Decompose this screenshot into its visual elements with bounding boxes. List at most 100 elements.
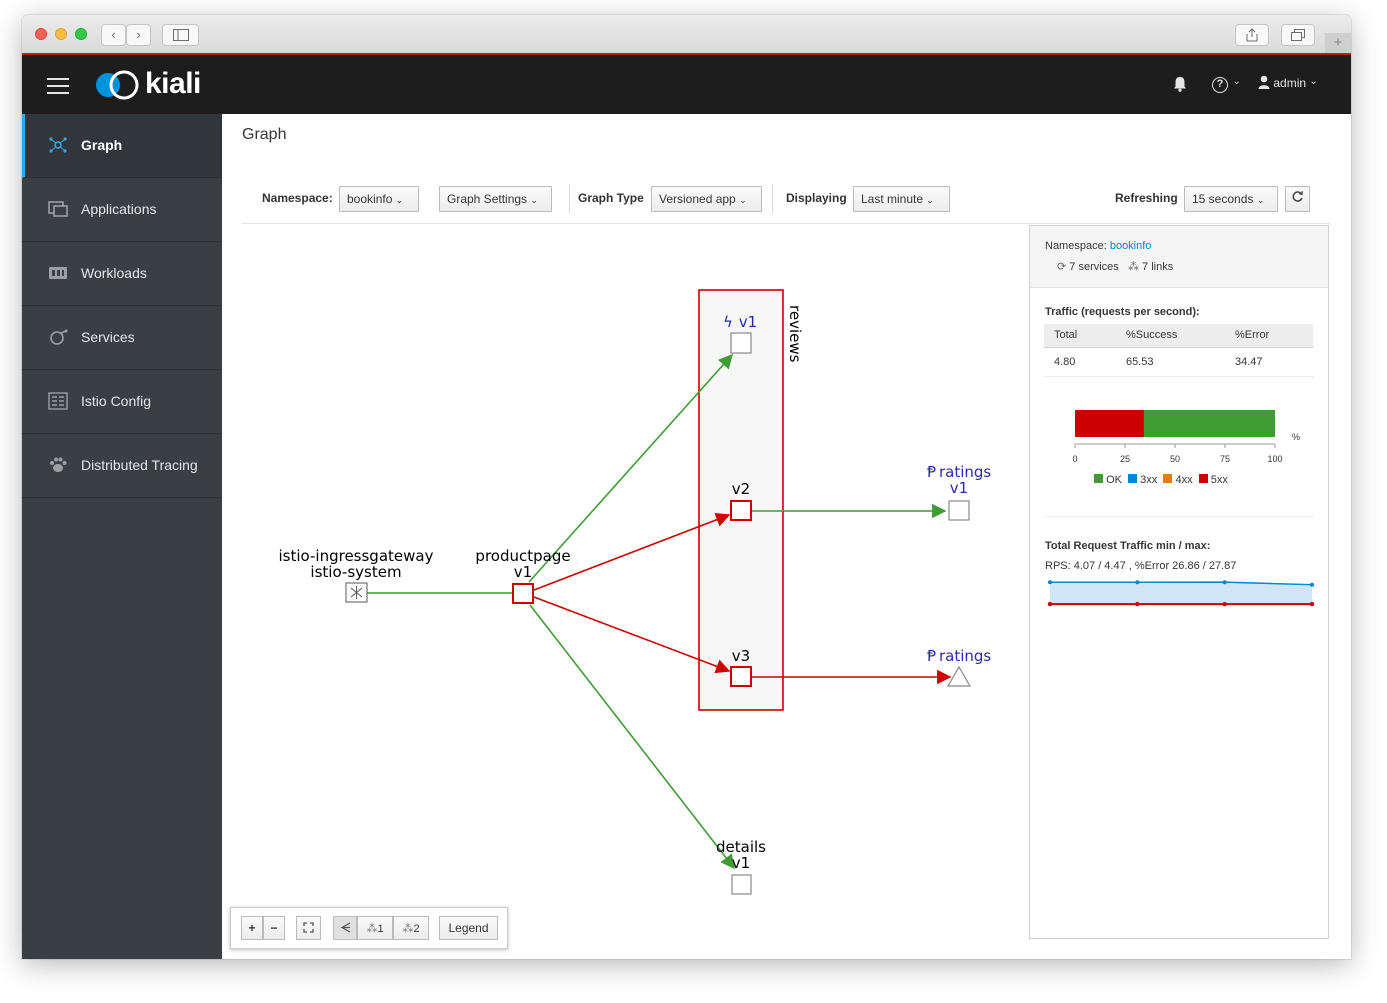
productpage-node-version: v1 [514, 563, 532, 581]
sidebar-item-distributed-tracing[interactable]: Distributed Tracing [22, 434, 222, 498]
sidebar-item-services[interactable]: Services [22, 306, 222, 370]
graph-type-value: Versioned app [659, 192, 736, 206]
refresh-interval-dropdown[interactable]: 15 seconds ⌄ [1184, 186, 1278, 212]
layout-default-button[interactable] [333, 916, 357, 940]
productpage-node[interactable] [512, 583, 534, 604]
user-menu[interactable]: admin ⌄ [1258, 75, 1318, 90]
x-axis-tick-label: 25 [1120, 454, 1130, 464]
notifications-bell-icon[interactable] [1173, 76, 1187, 92]
layout-tree-icon [340, 922, 350, 933]
layout-2-button[interactable]: ⁂2 [393, 916, 429, 940]
legend-label: Legend [448, 921, 489, 935]
chevron-down-icon: ⌄ [1232, 76, 1241, 87]
chevron-down-icon: ⌄ [1256, 195, 1265, 205]
layout-graph-icon: ⁂ [366, 923, 378, 935]
legend-button[interactable]: Legend [439, 916, 498, 940]
reviews-v3-node[interactable] [730, 666, 752, 687]
ok-legend-swatch [1094, 474, 1103, 483]
user-icon [1258, 75, 1270, 89]
sidebar-item-graph[interactable]: Graph [22, 114, 222, 178]
graph-type-dropdown[interactable]: Versioned app ⌄ [651, 186, 762, 212]
back-arrow-icon: ‹ [111, 27, 116, 42]
browser-toolbar: ‹ › + [22, 15, 1351, 54]
5xx-legend-label: 5xx [1210, 474, 1228, 486]
rps-point [1135, 580, 1140, 585]
links-count: 7 links [1142, 261, 1174, 273]
reviews-v1-node[interactable] [730, 332, 752, 354]
zoom-window-button[interactable] [75, 28, 87, 40]
user-name: admin [1273, 76, 1307, 90]
5xx-legend-swatch [1198, 474, 1208, 483]
refresh-interval-value: 15 seconds [1192, 192, 1254, 206]
sidebar-toggle-button[interactable] [162, 24, 199, 46]
summary-panel-header: Namespace: bookinfo ⟳ 7 services ⁂ 7 lin… [1030, 226, 1328, 288]
minimize-window-button[interactable] [55, 28, 67, 40]
traffic-table-header: Total %Success %Error [1044, 324, 1313, 348]
reviews-v1-label: v1 [739, 313, 757, 331]
page-title: Graph [242, 126, 287, 143]
rps-point [1048, 580, 1052, 585]
links-icon: ⁂ [1127, 261, 1139, 273]
ratings-v1-node[interactable] [948, 500, 970, 521]
sidebar: Graph Applications Workloads Services Is… [22, 114, 222, 959]
graph-canvas[interactable]: reviews istio-ingressgateway istio-syste… [242, 225, 1029, 950]
back-button[interactable]: ‹ [101, 24, 126, 46]
forward-button[interactable]: › [126, 24, 151, 46]
layout-1-button[interactable]: ⁂1 [357, 916, 393, 940]
divider [1044, 376, 1314, 377]
rps-point [1310, 582, 1314, 587]
total-traffic-title: Total Request Traffic min / max: [1045, 540, 1211, 552]
gateway-node-namespace: istio-system [310, 563, 401, 581]
3xx-legend-label: 3xx [1140, 474, 1158, 486]
sidebar-item-istio-config[interactable]: Istio Config [22, 370, 222, 434]
rps-point [1222, 580, 1227, 585]
expand-icon [303, 922, 314, 933]
zoom-in-button[interactable]: + [241, 916, 263, 940]
close-window-button[interactable] [35, 28, 47, 40]
duration-value: Last minute [861, 192, 924, 206]
ratings-unknown-label: ratings [939, 647, 991, 665]
browser-window: ‹ › + kiali ? ⌄ admin ⌄ Graph Applicatio… [22, 15, 1351, 959]
forward-arrow-icon: › [136, 27, 141, 42]
services-icon: ⟳ [1057, 261, 1067, 273]
workloads-icon [49, 267, 67, 279]
reviews-v2-node[interactable] [730, 500, 752, 521]
traffic-success-value: 65.53 [1126, 356, 1154, 368]
ratings-unknown-node[interactable] [946, 665, 972, 687]
toolbar-separator [772, 184, 773, 214]
namespace-dropdown[interactable]: bookinfo ⌄ [339, 186, 419, 212]
duration-dropdown[interactable]: Last minute ⌄ [853, 186, 950, 212]
sidebar-item-applications[interactable]: Applications [22, 178, 222, 242]
bar-segment-5xx [1075, 410, 1144, 437]
sidebar-item-label: Istio Config [81, 393, 152, 409]
new-tab-button[interactable]: + [1325, 33, 1351, 54]
brand-name: kiali [145, 67, 201, 100]
sidebar-item-label: Applications [81, 201, 157, 217]
zoom-in-icon: + [248, 921, 256, 935]
kiali-logo-icon [96, 70, 139, 100]
details-node[interactable] [731, 874, 752, 895]
bar-unit-label: % [1292, 432, 1301, 442]
help-icon: ? [1212, 77, 1228, 93]
divider [1044, 516, 1314, 517]
graph-settings-dropdown[interactable]: Graph Settings ⌄ [439, 186, 552, 212]
tabs-overview-button[interactable] [1281, 24, 1315, 46]
reviews-v2-label: v2 [732, 480, 750, 498]
hamburger-menu-icon[interactable] [47, 78, 69, 94]
help-menu[interactable]: ? ⌄ [1212, 74, 1241, 93]
fit-to-screen-button[interactable] [296, 916, 321, 940]
sidebar-item-workloads[interactable]: Workloads [22, 242, 222, 306]
panel-namespace-label: Namespace: [1045, 240, 1107, 252]
traffic-col-total: Total [1054, 329, 1078, 341]
masthead: kiali ? ⌄ admin ⌄ [22, 55, 1351, 114]
istio-config-icon [48, 392, 68, 410]
traffic-total-value: 4.80 [1054, 356, 1076, 368]
panel-namespace-link[interactable]: bookinfo [1110, 240, 1152, 252]
4xx-legend-label: 4xx [1175, 474, 1193, 486]
graph-icon [49, 137, 67, 153]
refresh-button[interactable] [1285, 186, 1310, 212]
refresh-icon [1292, 191, 1303, 202]
bar-segment-ok [1143, 410, 1275, 437]
share-button[interactable] [1235, 24, 1269, 46]
zoom-out-button[interactable]: − [263, 916, 285, 940]
